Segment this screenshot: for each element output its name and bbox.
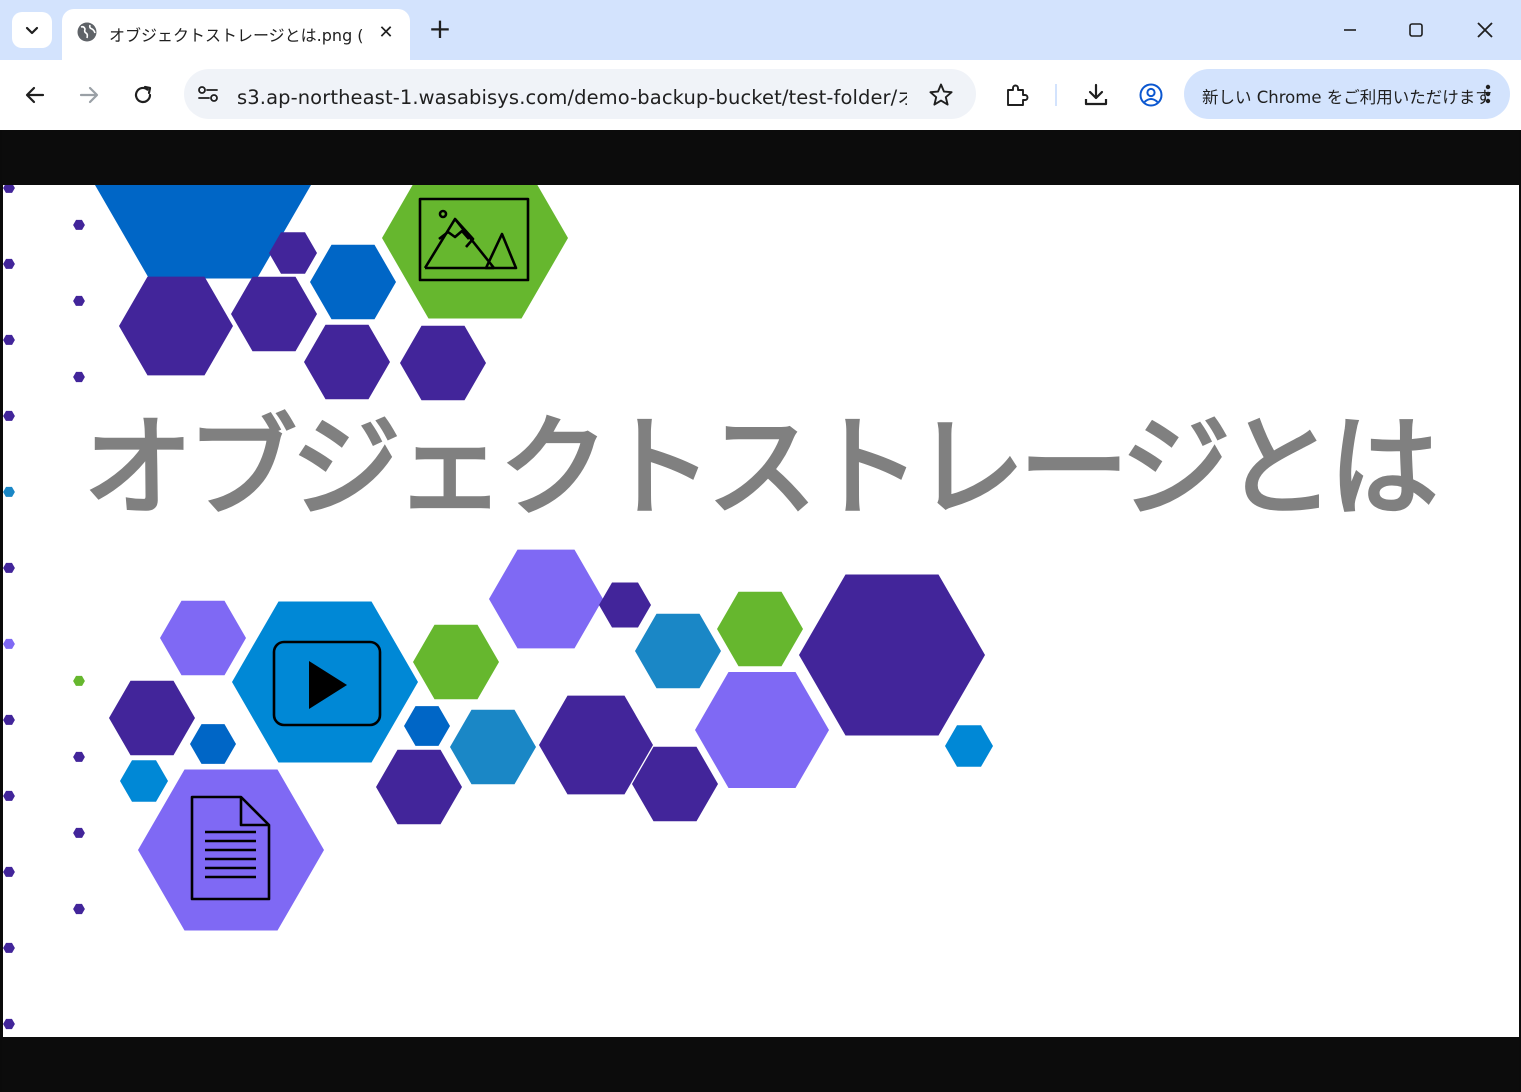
- toolbar-separator: [1055, 84, 1057, 106]
- reload-icon: [134, 85, 152, 104]
- account-icon: [1139, 83, 1163, 107]
- play-video-icon: [272, 640, 382, 727]
- minimize-button[interactable]: [1328, 10, 1372, 50]
- new-tab-button[interactable]: +: [425, 14, 455, 44]
- active-tab[interactable]: オブジェクトストレージとは.png (2250 ✕: [62, 9, 410, 60]
- tab-close-button[interactable]: ✕: [372, 18, 400, 46]
- maximize-icon: [1409, 23, 1423, 37]
- window-close-button[interactable]: [1463, 10, 1507, 50]
- globe-icon: [77, 22, 97, 42]
- arrow-right-icon: [79, 86, 99, 104]
- chrome-update-button[interactable]: 新しい Chrome をご利用いただけます: [1184, 69, 1510, 119]
- tab-title: オブジェクトストレージとは.png (2250: [109, 26, 363, 45]
- browser-toolbar: s3.ap-northeast-1.wasabisys.com/demo-bac…: [0, 60, 1521, 130]
- maximize-button[interactable]: [1394, 10, 1438, 50]
- chrome-update-label: 新しい Chrome をご利用いただけます: [1202, 88, 1492, 107]
- puzzle-icon: [1007, 84, 1029, 106]
- chevron-down-icon: [25, 26, 39, 35]
- downloads-button[interactable]: [1076, 75, 1116, 115]
- hexagon-pattern: [3, 185, 993, 1037]
- tab-strip: オブジェクトストレージとは.png (2250 ✕ +: [0, 0, 1521, 60]
- minimize-icon: [1344, 29, 1356, 31]
- arrow-left-icon: [25, 86, 45, 104]
- more-vert-icon[interactable]: [1476, 82, 1500, 106]
- site-settings-icon[interactable]: [196, 82, 220, 106]
- left-edge-hexagons: [3, 185, 123, 1037]
- reload-button[interactable]: [123, 75, 163, 115]
- bookmark-star-icon[interactable]: [928, 82, 954, 108]
- forward-button[interactable]: [69, 75, 109, 115]
- displayed-image: オブジェクトストレージとは: [3, 185, 1519, 1037]
- bottom-hexagon-cluster: [109, 549, 993, 931]
- profile-button[interactable]: [1131, 75, 1171, 115]
- back-button[interactable]: [15, 75, 55, 115]
- tab-search-button[interactable]: [12, 12, 52, 48]
- top-hexagon-cluster: [95, 185, 568, 401]
- url-text[interactable]: s3.ap-northeast-1.wasabisys.com/demo-bac…: [237, 81, 907, 110]
- close-icon: [1477, 22, 1493, 38]
- download-icon: [1084, 83, 1108, 106]
- address-bar[interactable]: s3.ap-northeast-1.wasabisys.com/demo-bac…: [184, 69, 976, 119]
- close-icon: ✕: [378, 21, 394, 43]
- image-headline: オブジェクトストレージとは: [83, 404, 1439, 532]
- plus-icon: +: [428, 12, 452, 45]
- extensions-button[interactable]: [997, 75, 1037, 115]
